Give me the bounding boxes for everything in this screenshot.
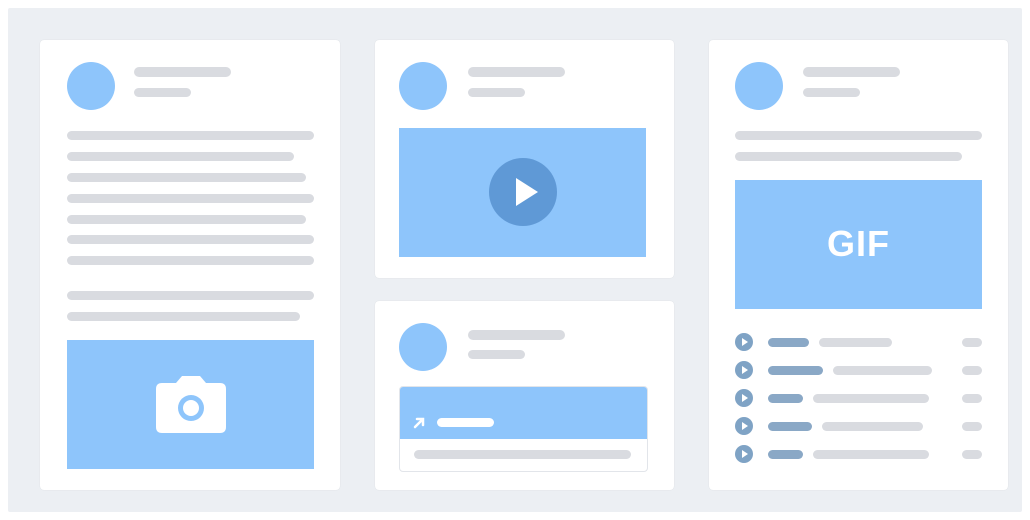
- gif-audio-post-card[interactable]: GIF: [709, 40, 1008, 490]
- video-attachment[interactable]: [399, 128, 646, 257]
- gif-label: GIF: [827, 223, 890, 264]
- track-title-placeholder: [813, 450, 929, 459]
- link-preview-banner: [400, 387, 647, 439]
- track-duration-placeholder: [962, 394, 982, 403]
- photo-attachment[interactable]: [67, 340, 314, 469]
- track-title-placeholder: [819, 338, 892, 347]
- post-date-placeholder: [468, 350, 525, 359]
- text-line-placeholder: [67, 152, 294, 161]
- post-date-placeholder: [468, 88, 525, 97]
- avatar[interactable]: [735, 62, 783, 110]
- post-date-placeholder: [134, 88, 191, 97]
- link-arrow-icon: [413, 417, 425, 429]
- text-line-placeholder: [67, 235, 314, 244]
- link-description-placeholder: [414, 450, 631, 459]
- text-line-placeholder: [67, 194, 314, 203]
- link-title-placeholder: [437, 418, 494, 427]
- text-line-placeholder: [67, 312, 300, 321]
- track-artist-placeholder: [768, 422, 812, 431]
- author-name-placeholder: [803, 67, 900, 77]
- camera-icon: [156, 376, 226, 433]
- text-line-placeholder: [67, 173, 306, 182]
- track-duration-placeholder: [962, 338, 982, 347]
- text-line-placeholder: [735, 152, 962, 161]
- avatar[interactable]: [67, 62, 115, 110]
- play-icon: [516, 178, 538, 206]
- gif-attachment[interactable]: GIF: [735, 180, 982, 309]
- track-artist-placeholder: [768, 338, 809, 347]
- author-name-placeholder: [134, 67, 231, 77]
- track-duration-placeholder: [962, 450, 982, 459]
- track-title-placeholder: [822, 422, 923, 431]
- avatar[interactable]: [399, 62, 447, 110]
- text-line-placeholder: [67, 256, 314, 265]
- play-button[interactable]: [489, 158, 557, 226]
- text-line-placeholder: [67, 291, 314, 300]
- link-post-card[interactable]: [375, 301, 674, 490]
- avatar[interactable]: [399, 323, 447, 371]
- text-line-placeholder: [735, 131, 982, 140]
- link-preview[interactable]: [399, 386, 648, 472]
- text-line-placeholder: [67, 131, 314, 140]
- track-duration-placeholder: [962, 422, 982, 431]
- play-icon[interactable]: [735, 389, 753, 407]
- track-duration-placeholder: [962, 366, 982, 375]
- play-icon[interactable]: [735, 445, 753, 463]
- track-artist-placeholder: [768, 394, 803, 403]
- author-name-placeholder: [468, 67, 565, 77]
- play-icon[interactable]: [735, 333, 753, 351]
- text-photo-post-card[interactable]: [40, 40, 340, 490]
- text-line-placeholder: [67, 215, 306, 224]
- track-title-placeholder: [833, 366, 932, 375]
- play-icon[interactable]: [735, 361, 753, 379]
- track-artist-placeholder: [768, 366, 823, 375]
- track-title-placeholder: [813, 394, 929, 403]
- post-date-placeholder: [803, 88, 860, 97]
- play-icon[interactable]: [735, 417, 753, 435]
- video-post-card[interactable]: [375, 40, 674, 278]
- author-name-placeholder: [468, 330, 565, 340]
- track-artist-placeholder: [768, 450, 803, 459]
